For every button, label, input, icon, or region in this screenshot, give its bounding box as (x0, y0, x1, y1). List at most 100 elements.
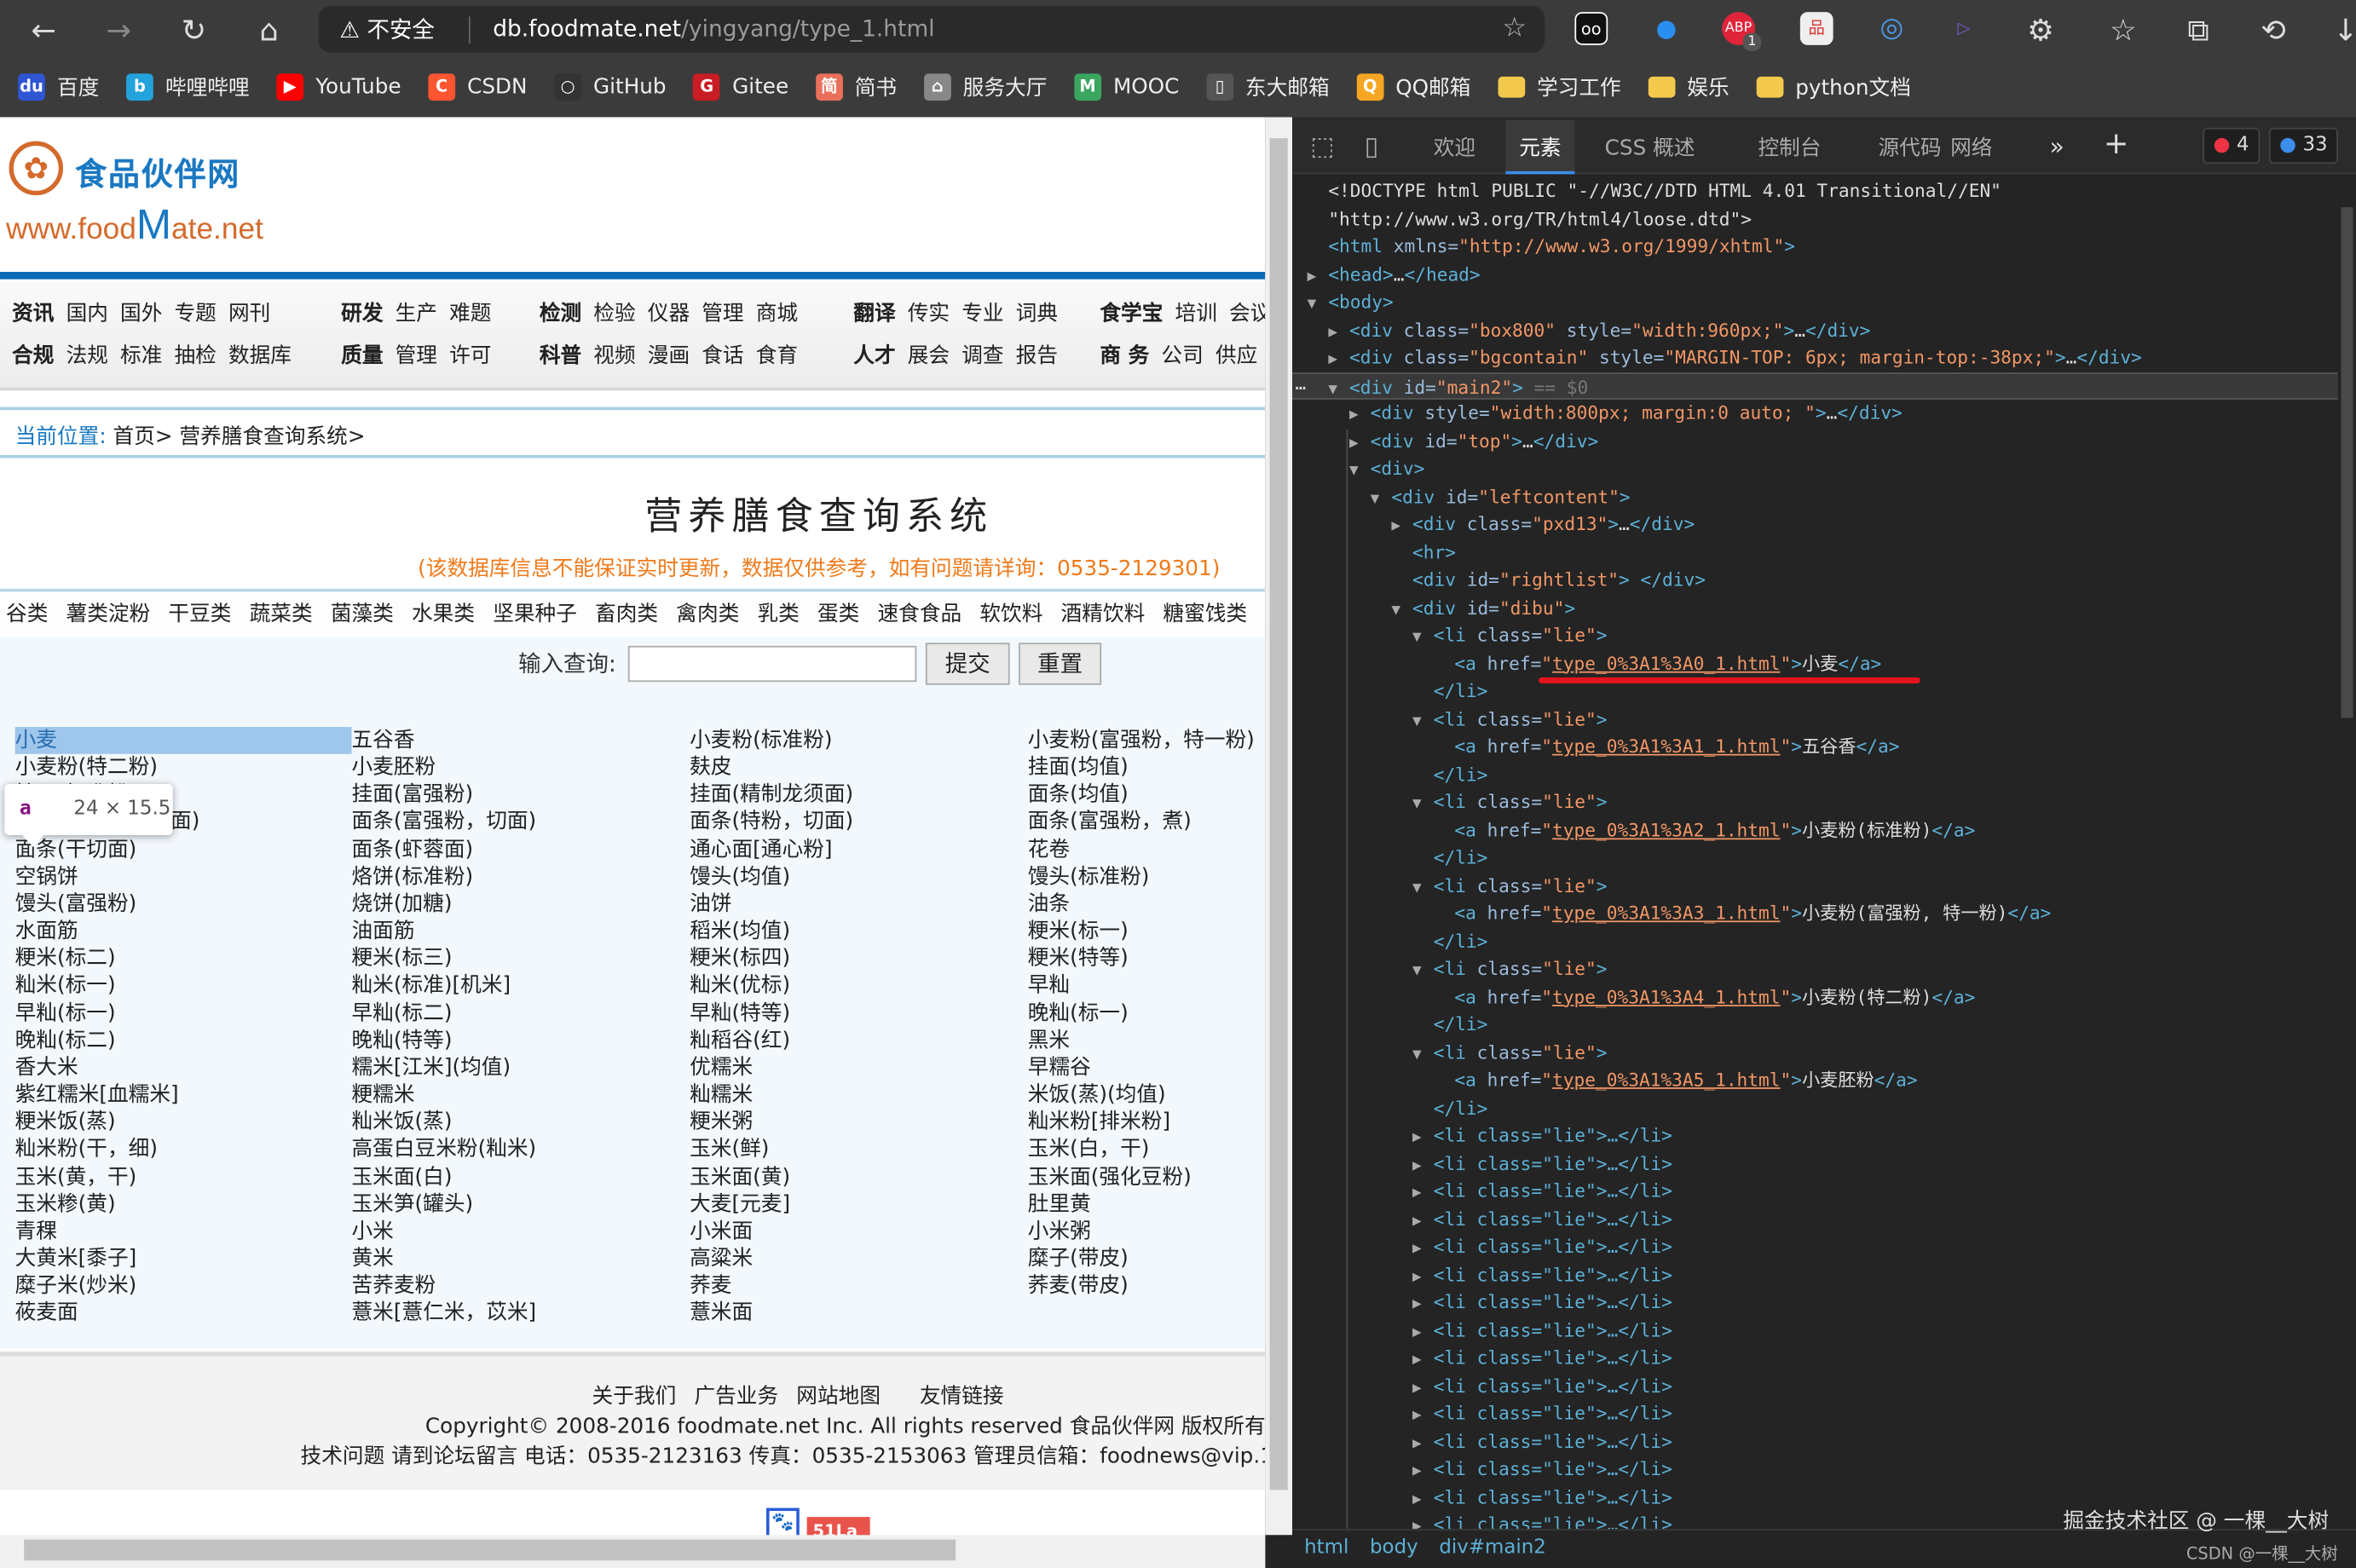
food-link[interactable]: 小麦胚粉 (351, 754, 690, 781)
bookmark-item[interactable]: ⌂ 服务大厅 (923, 72, 1047, 102)
dom-node-line[interactable]: ▼ <body> (1292, 288, 2338, 316)
food-link[interactable]: 糯米[江米](均值) (351, 1054, 690, 1081)
dom-node-line[interactable]: ▶ <li class="lie">…</li> (1292, 1317, 2338, 1345)
dom-node-line[interactable]: ▼ <div> (1292, 455, 2338, 483)
dom-node-line[interactable]: <!DOCTYPE html PUBLIC "-//W3C//DTD HTML … (1292, 177, 2338, 205)
code-token[interactable]: type_0%3A1%3A1_1.html (1552, 736, 1780, 758)
expand-arrow-icon[interactable]: ▶ (1412, 1319, 1434, 1347)
nav-link[interactable]: 展会 (908, 339, 950, 369)
bookmark-item[interactable]: b 哔哩哔哩 (126, 72, 250, 102)
food-link[interactable]: 莜麦面 (15, 1300, 352, 1327)
add-tab-icon[interactable]: + (2104, 124, 2129, 160)
category-link[interactable]: 蛋类 (817, 597, 859, 631)
dom-node-line[interactable]: ▼ <li class="lie"> (1292, 705, 2338, 733)
collapse-arrow-icon[interactable]: ▼ (1412, 958, 1434, 986)
code-token[interactable]: type_0%3A1%3A5_1.html (1552, 1069, 1780, 1091)
food-link[interactable]: 青稞 (15, 1218, 352, 1245)
extension-icon[interactable]: ▷ (1948, 12, 1981, 45)
nav-link[interactable]: 食话 (702, 339, 743, 369)
nav-link[interactable]: 法规 (66, 339, 108, 369)
nav-link[interactable]: 专题 (174, 297, 216, 327)
food-link[interactable]: 油饼 (690, 891, 1028, 918)
category-link[interactable]: 蔬菜类 (250, 597, 313, 631)
nav-link[interactable]: 公司 (1161, 339, 1203, 369)
collapse-arrow-icon[interactable]: ▼ (1391, 597, 1412, 625)
nav-group-head[interactable]: 商 务 (1100, 339, 1149, 369)
food-link[interactable]: 面条(富强粉，煮) (1028, 809, 1266, 836)
home-icon[interactable]: ⌂ (250, 12, 289, 48)
food-link[interactable]: 大麦[元麦] (690, 1190, 1028, 1218)
food-link[interactable]: 小麦粉(标准粉) (690, 727, 1028, 754)
extension-icon[interactable]: 品 (1799, 12, 1833, 45)
collapse-arrow-icon[interactable]: ▼ (1371, 486, 1392, 514)
more-options-icon[interactable]: ⋯ (1296, 373, 1307, 401)
expand-arrow-icon[interactable]: ▶ (1328, 347, 1349, 375)
error-count[interactable]: ● 4 (2203, 127, 2260, 164)
scrollbar-thumb[interactable] (24, 1539, 956, 1561)
expand-arrow-icon[interactable]: ▶ (1412, 1403, 1434, 1431)
dom-node-line[interactable]: ▶ <li class="lie">…</li> (1292, 1427, 2338, 1456)
food-link[interactable]: 米饭(蒸)(均值) (1028, 1081, 1266, 1109)
dom-node-line[interactable]: <a href="type_0%3A1%3A5_1.html">小麦胚粉</a> (1292, 1066, 2338, 1094)
food-link[interactable]: 荞麦(带皮) (1028, 1272, 1266, 1300)
food-link[interactable]: 玉米笋(罐头) (351, 1190, 690, 1218)
food-link[interactable]: 馒头(均值) (690, 863, 1028, 891)
nav-group-head[interactable]: 翻译 (853, 297, 895, 327)
food-link[interactable]: 籼米粉(干，细) (15, 1136, 352, 1163)
category-link[interactable]: 畜肉类 (595, 597, 658, 631)
dom-node-line[interactable]: ▼ <div id="dibu"> (1292, 594, 2338, 622)
dom-node-line[interactable]: </li> (1292, 927, 2338, 955)
nav-group-head[interactable]: 科普 (540, 339, 581, 369)
category-link[interactable]: 干豆类 (168, 597, 231, 631)
food-link[interactable]: 籼糯米 (690, 1081, 1028, 1109)
expand-arrow-icon[interactable]: ▶ (1308, 263, 1329, 291)
dom-node-line[interactable]: ▶ <li class="lie">…</li> (1292, 1178, 2338, 1206)
nav-link[interactable]: 抽检 (174, 339, 216, 369)
food-link[interactable]: 香大米 (15, 1054, 352, 1081)
footer-link[interactable]: 网站地图 (796, 1385, 881, 1409)
food-link[interactable]: 粳米(标二) (15, 945, 352, 972)
submit-button[interactable]: 提交 (925, 643, 1010, 685)
nav-link[interactable]: 会议 (1229, 297, 1265, 327)
message-count[interactable]: ● 33 (2268, 127, 2338, 164)
dom-node-line[interactable]: ▼ <li class="lie"> (1292, 1039, 2338, 1067)
expand-arrow-icon[interactable]: ▶ (1391, 514, 1412, 542)
bookmark-item[interactable]: M MOOC (1074, 73, 1179, 101)
food-link[interactable]: 挂面(富强粉) (351, 781, 690, 809)
food-link[interactable]: 早籼(特等) (690, 1000, 1028, 1027)
dom-node-line[interactable]: ▼ <li class="lie"> (1292, 622, 2338, 650)
bookmark-item[interactable]: 简简书 (815, 72, 897, 102)
food-link[interactable]: 晚籼(标二) (15, 1027, 352, 1054)
expand-arrow-icon[interactable]: ▶ (1412, 1514, 1434, 1529)
dom-node-line[interactable]: ▶ <li class="lie">…</li> (1292, 1456, 2338, 1484)
dom-node-line[interactable]: ▶ <div id="top">…</div> (1292, 427, 2338, 455)
food-link[interactable]: 小麦 (14, 727, 352, 755)
category-link[interactable]: 坚果种子 (493, 597, 577, 631)
dom-node-line[interactable]: ▶ <div class="pxd13">…</div> (1292, 510, 2338, 539)
nav-link[interactable]: 难题 (449, 297, 491, 327)
nav-group-head[interactable]: 研发 (341, 297, 383, 327)
bookmark-item[interactable]: du 百度 (18, 72, 99, 102)
bookmark-item[interactable]: ▯ 东大邮箱 (1206, 72, 1330, 102)
dom-node-line[interactable]: ▶ <li class="lie">…</li> (1292, 1344, 2338, 1372)
dom-node-line[interactable]: <a href="type_0%3A1%3A3_1.html">小麦粉(富强粉,… (1292, 900, 2338, 928)
reset-button[interactable]: 重置 (1019, 643, 1102, 685)
dom-breadcrumb-item[interactable]: body (1370, 1536, 1418, 1559)
food-link[interactable]: 籼米(标准)[机米] (351, 972, 690, 1000)
food-link[interactable]: 粳糯米 (351, 1081, 690, 1109)
nav-link[interactable]: 国内 (66, 297, 108, 327)
reload-icon[interactable]: ↻ (174, 12, 213, 48)
expand-arrow-icon[interactable]: ▶ (1412, 1153, 1434, 1181)
expand-arrow-icon[interactable]: ▶ (1349, 430, 1371, 458)
forward-icon[interactable]: → (99, 12, 138, 48)
food-link[interactable]: 早籼(标二) (351, 1000, 690, 1027)
food-link[interactable]: 大黄米[黍子] (15, 1245, 352, 1272)
devtools-tab[interactable]: 源代码 (1879, 132, 1942, 162)
food-link[interactable]: 五谷香 (351, 727, 690, 754)
expand-arrow-icon[interactable]: ▶ (1412, 1125, 1434, 1153)
food-link[interactable]: 玉米面(白) (351, 1163, 690, 1190)
food-link[interactable]: 黑米 (1028, 1027, 1266, 1054)
food-link[interactable]: 粳米(标三) (351, 945, 690, 972)
nav-group-head[interactable]: 资讯 (12, 297, 54, 327)
category-link[interactable]: 速食食品 (877, 597, 961, 631)
